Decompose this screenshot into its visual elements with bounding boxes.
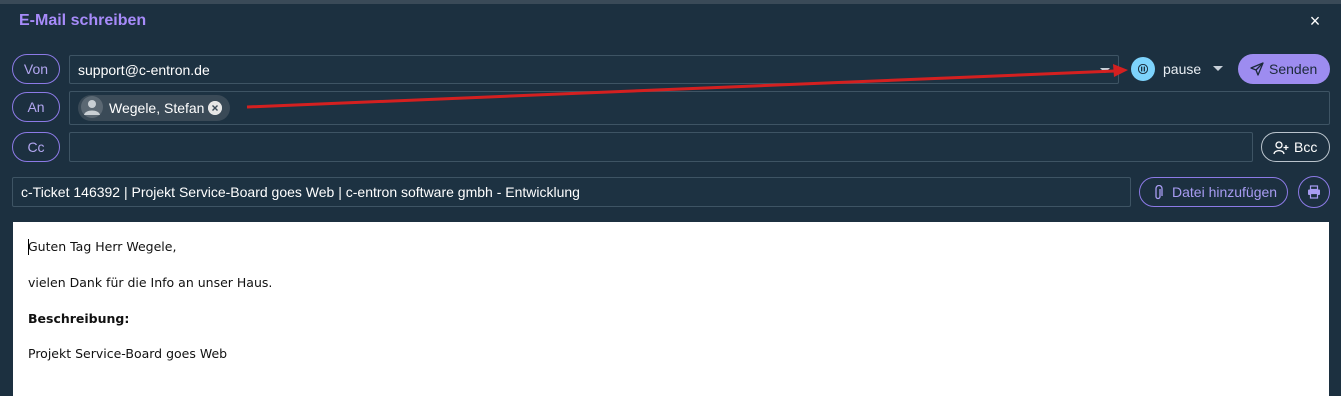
close-icon[interactable]: × bbox=[1306, 11, 1324, 31]
to-label: An bbox=[12, 92, 60, 122]
paper-plane-icon bbox=[1250, 62, 1264, 76]
cc-field[interactable] bbox=[69, 132, 1253, 162]
status-indicator[interactable] bbox=[1131, 57, 1155, 81]
remove-recipient-icon[interactable] bbox=[208, 101, 222, 115]
from-value: support@c-entron.de bbox=[78, 62, 210, 78]
print-button[interactable] bbox=[1298, 176, 1330, 208]
user-avatar-icon bbox=[81, 96, 103, 118]
bcc-button[interactable]: Bcc bbox=[1261, 132, 1330, 162]
body-heading-description: Beschreibung: bbox=[28, 311, 130, 326]
printer-icon bbox=[1308, 185, 1320, 199]
message-body-editor[interactable]: Guten Tag Herr Wegele, vielen Dank für d… bbox=[13, 222, 1329, 396]
from-label: Von bbox=[12, 54, 60, 84]
subject-field[interactable]: c-Ticket 146392 | Projekt Service-Board … bbox=[12, 177, 1131, 207]
body-line-project: Projekt Service-Board goes Web bbox=[28, 346, 228, 361]
send-button-label: Senden bbox=[1269, 61, 1318, 77]
dialog-title: E-Mail schreiben bbox=[19, 12, 147, 29]
subject-value: c-Ticket 146392 | Projekt Service-Board … bbox=[21, 184, 580, 200]
attach-file-button-label: Datei hinzufügen bbox=[1172, 184, 1278, 200]
to-field[interactable] bbox=[69, 91, 1330, 125]
from-select[interactable]: support@c-entron.de bbox=[69, 55, 1119, 84]
body-greeting: Guten Tag Herr Wegele, bbox=[28, 239, 177, 254]
status-chevron-down-icon[interactable] bbox=[1213, 66, 1223, 71]
attach-file-button[interactable]: Datei hinzufügen bbox=[1139, 177, 1288, 207]
body-line-thanks: vielen Dank für die Info an unser Haus. bbox=[28, 275, 273, 290]
chevron-down-icon[interactable] bbox=[1100, 68, 1110, 73]
user-plus-icon bbox=[1273, 141, 1289, 155]
status-select-value[interactable]: pause bbox=[1163, 61, 1201, 77]
window-top-strip bbox=[0, 0, 1341, 4]
recipient-chip[interactable]: Wegele, Stefan bbox=[78, 95, 230, 121]
send-button[interactable]: Senden bbox=[1238, 54, 1330, 84]
cc-label: Cc bbox=[12, 132, 60, 162]
bcc-button-label: Bcc bbox=[1294, 139, 1318, 155]
paperclip-icon bbox=[1155, 185, 1163, 200]
recipient-name: Wegele, Stefan bbox=[109, 100, 205, 116]
pause-icon bbox=[1138, 64, 1148, 74]
